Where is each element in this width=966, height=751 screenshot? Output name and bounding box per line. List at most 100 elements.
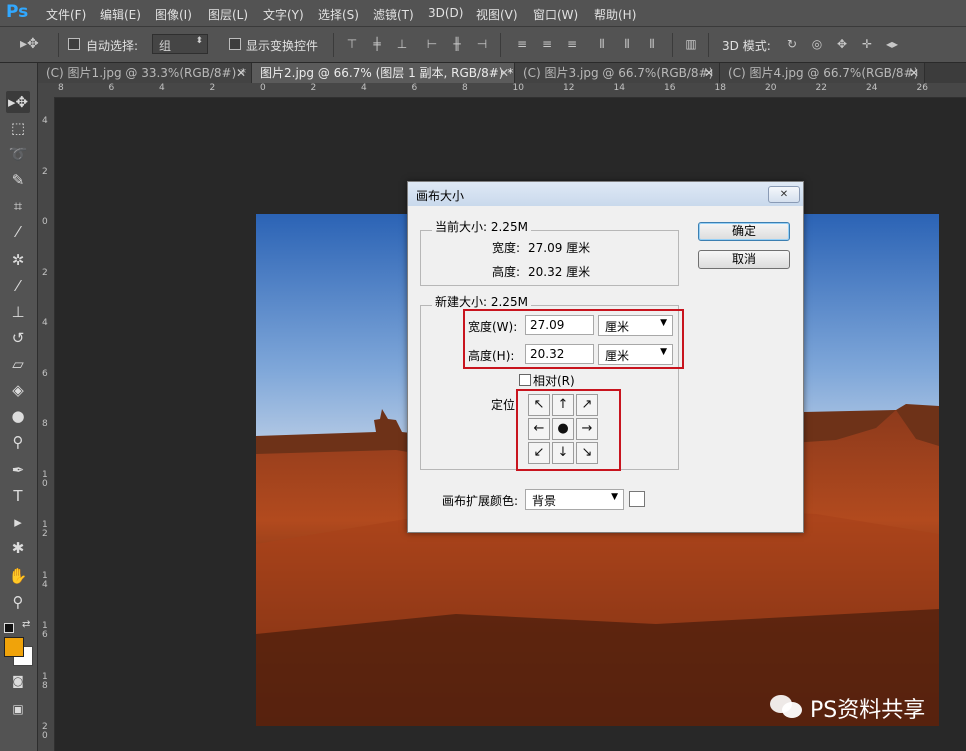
menu-view[interactable]: 视图(V) [476,6,518,23]
tab-image4[interactable]: (C) 图片4.jpg @ 66.7%(RGB/8#) ✕ [720,63,925,83]
distribute-right-icon[interactable]: ⫴ [645,37,659,51]
eyedropper-tool-icon[interactable]: ⁄ [6,221,30,243]
tab-label: (C) 图片1.jpg @ 33.3%(RGB/8#) * [46,66,247,80]
extension-color-select[interactable]: 背景 ▼ [525,489,624,510]
shape-tool-icon[interactable]: ✱ [6,537,30,559]
tab-image2[interactable]: 图片2.jpg @ 66.7% (图层 1 副本, RGB/8#) * ✕ [252,63,515,83]
menu-edit[interactable]: 编辑(E) [100,6,141,23]
move-tool-icon[interactable]: ▸✥ [6,91,30,113]
close-icon[interactable]: ✕ [499,63,509,83]
wechat-icon [770,695,802,718]
ruler-number: 6 [42,368,48,379]
ruler-number: 4 [42,116,48,126]
default-colors-icon[interactable] [4,623,14,633]
3d-scale-icon[interactable]: ◂▸ [885,37,899,51]
align-bottom-icon[interactable]: ⊥ [395,37,409,51]
align-hcenter-icon[interactable]: ╫ [450,37,464,51]
show-transform-checkbox[interactable] [229,38,241,50]
new-size-label: 新建大小: 2.25M [432,293,531,310]
menu-window[interactable]: 窗口(W) [533,6,578,23]
ok-button[interactable]: 确定 [698,222,790,241]
auto-align-icon[interactable]: ▥ [684,37,698,51]
align-left-icon[interactable]: ⊢ [425,37,439,51]
3d-drag-icon[interactable]: ✥ [835,37,849,51]
eraser-tool-icon[interactable]: ▱ [6,353,30,375]
extension-color-swatch[interactable] [629,491,645,507]
3d-rotate-icon[interactable]: ↻ [785,37,799,51]
dialog-titlebar[interactable]: 画布大小 ✕ [408,182,803,206]
3d-slide-icon[interactable]: ✛ [860,37,874,51]
menu-type[interactable]: 文字(Y) [263,6,304,23]
blur-tool-icon[interactable]: ● [6,405,30,427]
auto-select-checkbox[interactable] [68,38,80,50]
distribute-bottom-icon[interactable]: ≡ [565,37,579,51]
divider [333,33,334,57]
close-icon[interactable]: ✕ [768,186,800,203]
distribute-left-icon[interactable]: ⫴ [595,37,609,51]
healing-brush-tool-icon[interactable]: ✲ [6,249,30,271]
align-top-icon[interactable]: ⊤ [345,37,359,51]
menu-bar: Ps 文件(F) 编辑(E) 图像(I) 图层(L) 文字(Y) 选择(S) 滤… [0,0,966,27]
divider [672,33,673,57]
ruler-number: 1 0 [42,469,48,489]
menu-select[interactable]: 选择(S) [318,6,359,23]
spinner-icon: ⬍ [195,36,203,46]
close-icon[interactable]: ✕ [704,63,714,83]
toolbox: ▸✥ ⬚ ➰ ✎ ⌗ ⁄ ✲ ⁄ ⊥ ↺ ▱ ◈ ● ⚲ ✒ T ▸ ✱ ✋ ⚲… [0,63,38,751]
align-vcenter-icon[interactable]: ╪ [370,37,384,51]
foreground-color-swatch[interactable] [4,637,24,657]
clone-stamp-tool-icon[interactable]: ⊥ [6,301,30,323]
type-tool-icon[interactable]: T [6,485,30,507]
anchor-label: 定位: [491,398,520,412]
distribute-top-icon[interactable]: ≡ [515,37,529,51]
lasso-tool-icon[interactable]: ➰ [6,143,30,165]
ruler-number: 22 [815,83,827,93]
hand-tool-icon[interactable]: ✋ [6,565,30,587]
ruler-number: 1 2 [42,520,48,539]
menu-filter[interactable]: 滤镜(T) [373,6,414,23]
cancel-button[interactable]: 取消 [698,250,790,269]
highlight-box [516,389,621,471]
vertical-ruler: 4 2 0 2 4 6 8 1 0 1 2 1 4 1 6 1 8 2 0 [38,97,55,751]
align-right-icon[interactable]: ⊣ [475,37,489,51]
paint-bucket-tool-icon[interactable]: ◈ [6,379,30,401]
tab-image1[interactable]: (C) 图片1.jpg @ 33.3%(RGB/8#) * ✕ [38,63,252,83]
auto-select-dropdown[interactable]: 组 ⬍ [152,34,208,54]
menu-file[interactable]: 文件(F) [46,6,86,23]
dodge-tool-icon[interactable]: ⚲ [6,431,30,453]
marquee-tool-icon[interactable]: ⬚ [6,117,30,139]
tab-label: (C) 图片3.jpg @ 66.7%(RGB/8#) [523,66,714,80]
ruler-number: 8 [42,419,48,429]
ruler-number: 6 [108,83,115,93]
menu-image[interactable]: 图像(I) [155,6,192,23]
quick-mask-icon[interactable]: ◙ [6,670,30,692]
ruler-number: 20 [765,83,777,93]
path-select-tool-icon[interactable]: ▸ [6,511,30,533]
move-tool-preset-icon[interactable]: ▸✥ [20,37,39,51]
horizontal-ruler: 86420246810121416182022242628 [38,83,966,98]
menu-3d[interactable]: 3D(D) [428,6,463,20]
menu-layer[interactable]: 图层(L) [208,6,248,23]
swap-colors-icon[interactable]: ⇄ [22,619,30,630]
ruler-number: 2 0 [42,722,48,741]
ruler-number: 12 [563,83,575,93]
ruler-number: 1 6 [42,621,48,640]
screen-mode-icon[interactable]: ▣ [6,698,30,720]
close-icon[interactable]: ✕ [909,63,919,83]
quick-select-tool-icon[interactable]: ✎ [6,169,30,191]
brush-tool-icon[interactable]: ⁄ [6,275,30,297]
current-height-label: 高度: [492,265,521,279]
distribute-hcenter-icon[interactable]: ⫴ [620,37,634,51]
close-icon[interactable]: ✕ [236,63,246,83]
ruler-number: 4 [42,318,48,328]
tab-image3[interactable]: (C) 图片3.jpg @ 66.7%(RGB/8#) ✕ [515,63,720,83]
history-brush-tool-icon[interactable]: ↺ [6,327,30,349]
distribute-vcenter-icon[interactable]: ≡ [540,37,554,51]
pen-tool-icon[interactable]: ✒ [6,459,30,481]
menu-help[interactable]: 帮助(H) [594,6,636,23]
3d-roll-icon[interactable]: ◎ [810,37,824,51]
zoom-tool-icon[interactable]: ⚲ [6,591,30,613]
relative-checkbox[interactable] [519,374,531,386]
show-transform-label: 显示变换控件 [246,39,319,53]
crop-tool-icon[interactable]: ⌗ [6,195,30,217]
